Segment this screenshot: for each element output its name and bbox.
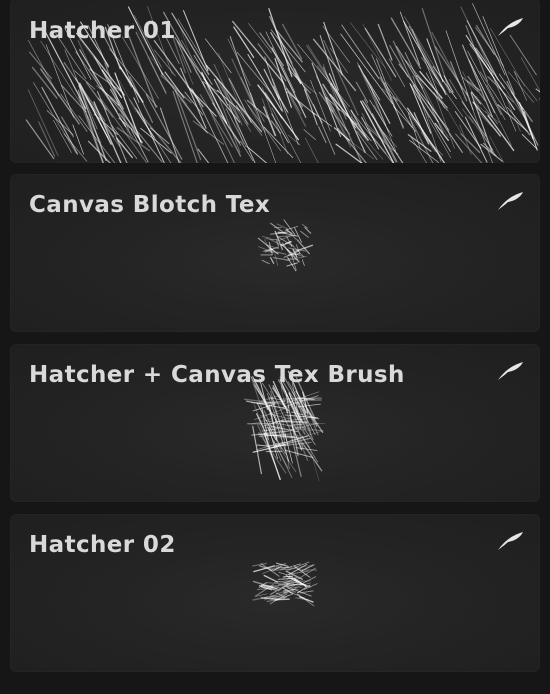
brush-name: Canvas Blotch Tex (29, 192, 271, 218)
brush-card-hatcher-01[interactable]: Hatcher 01 (10, 0, 540, 163)
brush-name: Hatcher + Canvas Tex Brush (29, 362, 405, 388)
procreate-brush-icon (498, 192, 523, 210)
procreate-brush-icon (498, 532, 523, 550)
brush-name: Hatcher 01 (29, 18, 176, 44)
brush-list: Hatcher 01 Canvas Blotch Tex Hatcher + C… (0, 0, 550, 694)
procreate-brush-icon (498, 18, 523, 36)
brush-name: Hatcher 02 (29, 532, 176, 558)
brush-card-canvas-blotch-tex[interactable]: Canvas Blotch Tex (10, 174, 540, 332)
procreate-brush-icon (498, 362, 523, 380)
brush-card-hatcher-canvas-tex-brush[interactable]: Hatcher + Canvas Tex Brush (10, 344, 540, 502)
brush-card-hatcher-02[interactable]: Hatcher 02 (10, 514, 540, 672)
